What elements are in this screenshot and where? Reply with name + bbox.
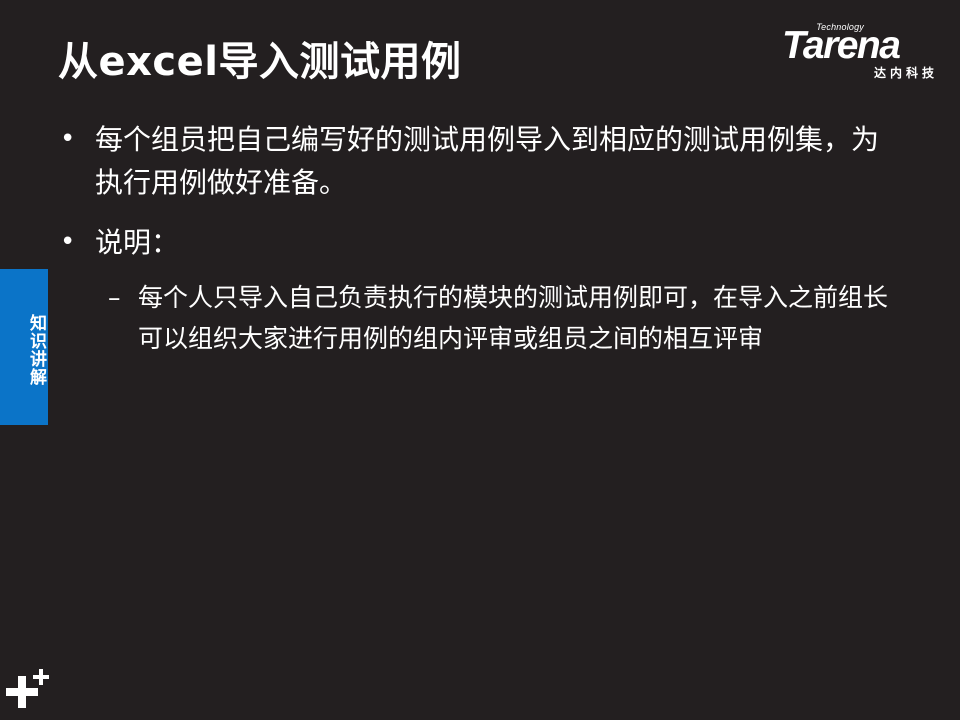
bullet-item: • 说明： [58,221,888,264]
sub-bullet-item: – 每个人只导入自己负责执行的模块的测试用例即可，在导入之前组长可以组织大家进行… [58,277,888,359]
sub-bullet-text: 每个人只导入自己负责执行的模块的测试用例即可，在导入之前组长可以组织大家进行用例… [138,283,889,353]
slide-content: • 每个组员把自己编写好的测试用例导入到相应的测试用例集，为执行用例做好准备。 … [58,118,888,359]
logo-wordmark: Tarena [782,24,901,67]
bullet-text: 每个组员把自己编写好的测试用例导入到相应的测试用例集，为执行用例做好准备。 [95,123,880,199]
small-plus-icon [33,669,49,685]
side-tab: 知识讲解 [0,269,48,425]
side-tab-label: 知识讲解 [26,314,46,386]
slide-title: 从excel导入测试用例 [58,39,462,85]
bullet-marker: • [60,227,76,257]
tarena-logo: Technology Tarena 达内科技 [780,22,948,82]
bullet-item: • 每个组员把自己编写好的测试用例导入到相应的测试用例集，为执行用例做好准备。 [58,118,888,204]
logo-chinese-name: 达内科技 [873,66,938,80]
bullet-text: 说明： [95,226,180,259]
sub-bullet-marker: – [108,283,121,312]
bullet-marker: • [60,124,76,154]
